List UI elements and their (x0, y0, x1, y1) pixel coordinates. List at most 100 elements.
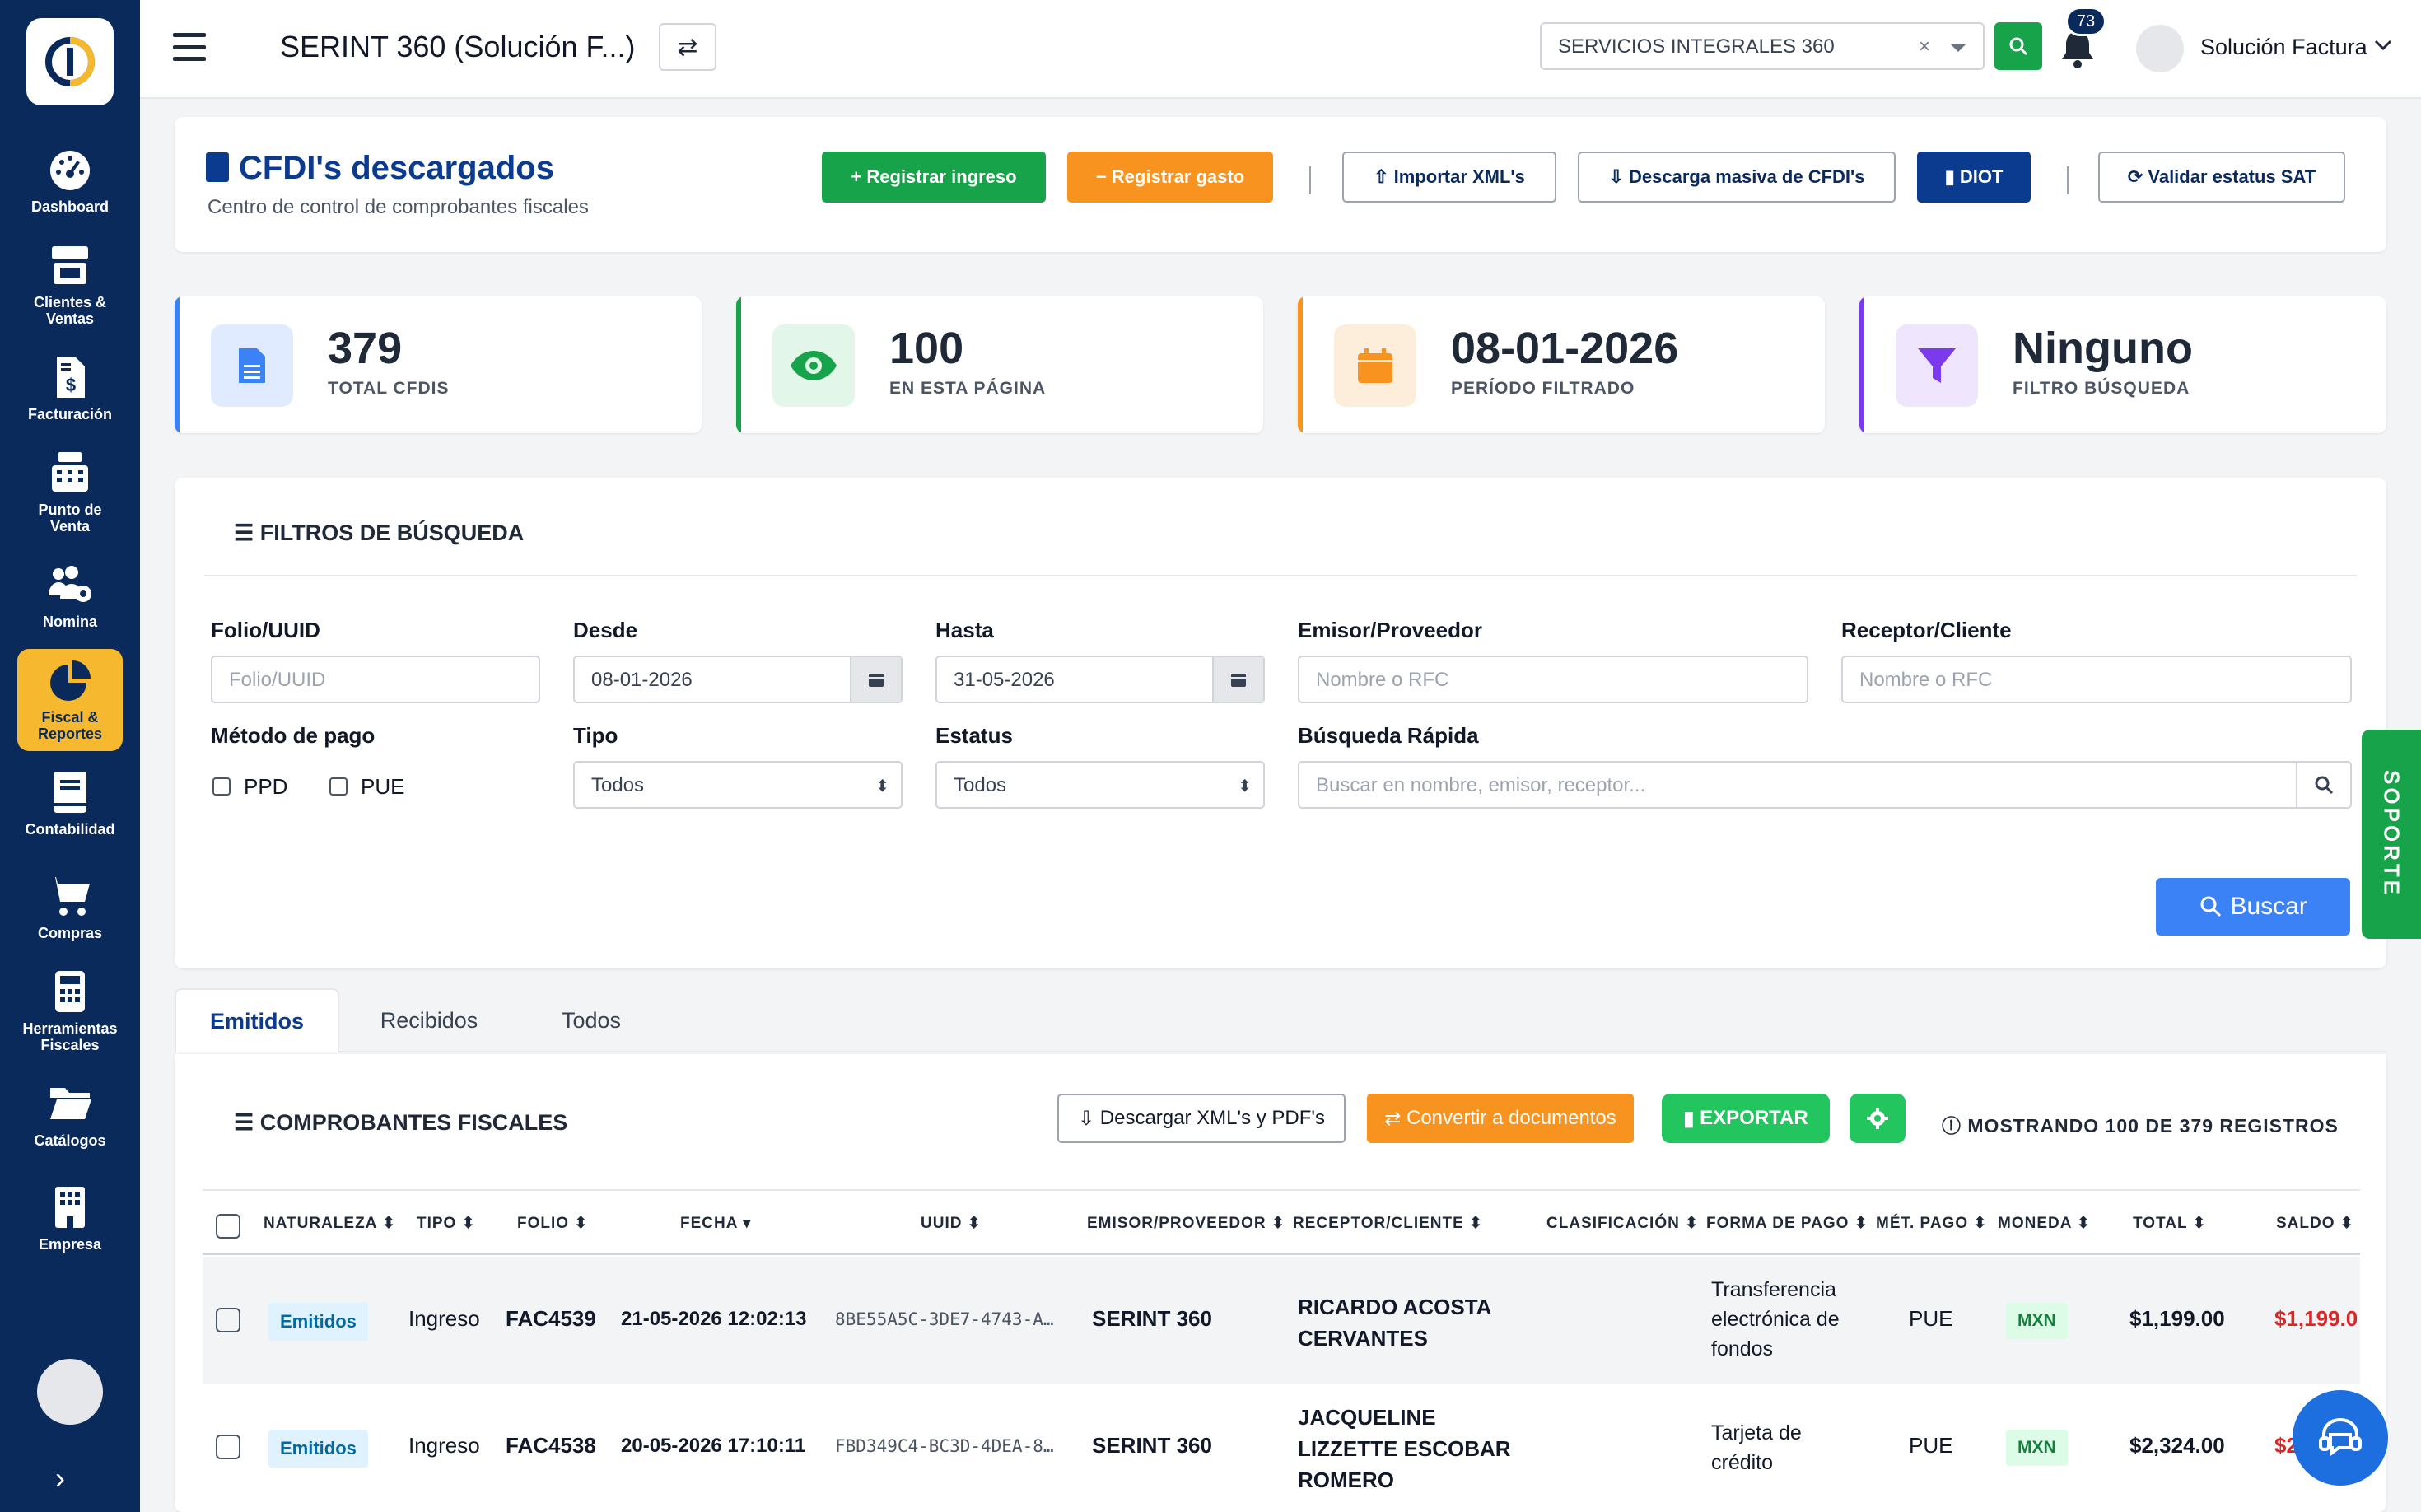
users-gear-icon (49, 566, 91, 602)
estatus-select[interactable]: Todos ⬍ (935, 761, 1265, 809)
table-row[interactable]: Emitidos Ingreso FAC4538 20-05-2026 17:1… (203, 1384, 2360, 1510)
chevron-down-icon[interactable] (2373, 35, 2393, 58)
chat-button[interactable] (2293, 1390, 2388, 1486)
user-avatar[interactable] (2136, 25, 2184, 72)
col-forma-pago[interactable]: FORMA DE PAGO ⬍ (1706, 1214, 1868, 1233)
col-total[interactable]: TOTAL ⬍ (2133, 1214, 2206, 1233)
export-button[interactable]: ▮ EXPORTAR (1662, 1094, 1830, 1143)
calendar-icon[interactable] (850, 657, 901, 702)
cart-icon (49, 877, 90, 916)
info-icon: ⓘ (1942, 1115, 1968, 1136)
tipo-label: Tipo (573, 723, 618, 748)
stat-card-filter: Ninguno FILTRO BÚSQUEDA (1859, 296, 2386, 433)
sidebar-item-empresa[interactable]: Empresa (17, 1168, 123, 1270)
register-expense-button[interactable]: − Registrar gasto (1067, 152, 1273, 203)
convert-documents-button[interactable]: ⇄ Convertir a documentos (1367, 1094, 1634, 1143)
sidebar-item-clientes-ventas[interactable]: Clientes & Ventas (17, 234, 123, 336)
receptor-label: Receptor/Cliente (1841, 618, 2012, 642)
menu-icon[interactable] (173, 33, 206, 61)
chevron-down-icon[interactable] (1950, 44, 1966, 52)
sidebar-item-compras[interactable]: Compras (17, 856, 123, 959)
pue-checkbox[interactable] (329, 777, 348, 796)
list-icon: ☰ (234, 1110, 260, 1135)
avatar[interactable] (37, 1359, 103, 1425)
hasta-label: Hasta (935, 618, 994, 642)
table-settings-button[interactable] (1850, 1094, 1906, 1143)
select-all-checkbox[interactable] (216, 1214, 240, 1239)
col-receptor[interactable]: RECEPTOR/CLIENTE ⬍ (1293, 1214, 1483, 1233)
sidebar-item-facturacion[interactable]: $ Facturación (17, 338, 123, 440)
stat-accent (736, 296, 741, 433)
row-checkbox[interactable] (216, 1435, 240, 1459)
col-uuid[interactable]: UUID ⬍ (921, 1214, 982, 1233)
cfdi-table-panel: ☰ COMPROBANTES FISCALES ⇩ Descargar XML'… (175, 1054, 2386, 1512)
tabs: Emitidos Recibidos Todos (175, 987, 2386, 1052)
folder-icon (50, 1088, 91, 1119)
diot-button[interactable]: ▮ DIOT (1917, 152, 2031, 203)
tab-todos[interactable]: Todos (517, 988, 665, 1052)
cell-uuid[interactable]: 8BE55A5C-3DE7-4743-A… (835, 1309, 1054, 1329)
sidebar-item-catalogos[interactable]: Catálogos (17, 1064, 123, 1166)
filters-panel: ☰ FILTROS DE BÚSQUEDA Folio/UUID Folio/U… (175, 478, 2386, 968)
sidebar-toggle[interactable]: › (55, 1461, 65, 1496)
sidebar-item-punto-de-venta[interactable]: Punto de Venta (17, 441, 123, 544)
company-select[interactable]: SERVICIOS INTEGRALES 360 × (1540, 22, 1985, 70)
search-submit-button[interactable]: Buscar (2156, 878, 2350, 936)
register-income-button[interactable]: + Registrar ingreso (822, 152, 1046, 203)
col-moneda[interactable]: MONEDA ⬍ (1998, 1214, 2091, 1233)
col-metodo-pago[interactable]: MÉT. PAGO ⬍ (1876, 1214, 1987, 1233)
hasta-date-input[interactable]: 31-05-2026 (935, 656, 1265, 703)
table-row[interactable]: Emitidos Ingreso FAC4539 21-05-2026 12:0… (203, 1257, 2360, 1384)
cell-uuid[interactable]: FBD349C4-BC3D-4DEA-8… (835, 1436, 1054, 1456)
stat-value: Ninguno (2013, 324, 2193, 373)
col-emisor[interactable]: EMISOR/PROVEEDOR ⬍ (1087, 1214, 1285, 1233)
cell-total: $1,199.00 (2129, 1306, 2225, 1331)
desde-date-input[interactable]: 08-01-2026 (573, 656, 903, 703)
ppd-checkbox[interactable] (212, 777, 231, 796)
import-xml-label: Importar XML's (1393, 166, 1525, 187)
user-name[interactable]: Solución Factura (2200, 35, 2367, 60)
cell-metodo: PUE (1909, 1306, 1953, 1331)
stat-label: FILTRO BÚSQUEDA (2013, 379, 2190, 398)
sidebar-item-herramientas-fiscales[interactable]: Herramientas Fiscales (17, 960, 123, 1062)
tab-recibidos[interactable]: Recibidos (351, 988, 507, 1052)
switch-company-button[interactable]: ⇄ (659, 23, 716, 71)
page-subtitle: Centro de control de comprobantes fiscal… (208, 196, 589, 218)
upload-icon: ⇧ (1374, 166, 1394, 187)
tab-emitidos[interactable]: Emitidos (175, 988, 339, 1052)
col-fecha[interactable]: FECHA ▾ (680, 1214, 752, 1233)
col-saldo[interactable]: SALDO ⬍ (2276, 1214, 2354, 1233)
row-checkbox[interactable] (216, 1308, 240, 1332)
calculator-icon (55, 971, 85, 1012)
download-icon: ⇩ (1608, 166, 1630, 187)
bulk-download-button[interactable]: ⇩ Descarga masiva de CFDI's (1578, 152, 1896, 203)
sidebar-item-nomina[interactable]: Nomina (17, 545, 123, 647)
col-folio[interactable]: FOLIO ⬍ (517, 1214, 588, 1233)
col-clasificacion[interactable]: CLASIFICACIÓN ⬍ (1546, 1214, 1699, 1233)
sidebar-item-label: Compras (37, 925, 103, 941)
sidebar-item-contabilidad[interactable]: Contabilidad (17, 753, 123, 855)
validate-sat-button[interactable]: ⟳ Validar estatus SAT (2098, 152, 2345, 203)
receptor-input[interactable]: Nombre o RFC (1841, 656, 2352, 703)
col-tipo[interactable]: TIPO ⬍ (417, 1214, 476, 1233)
calendar-icon[interactable] (1212, 657, 1263, 702)
app-logo[interactable] (26, 18, 114, 105)
folio-input[interactable]: Folio/UUID (211, 656, 540, 703)
quick-search-input[interactable]: Buscar en nombre, emisor, receptor... (1298, 761, 2352, 809)
tipo-select[interactable]: Todos ⬍ (573, 761, 903, 809)
search-icon[interactable] (2296, 763, 2350, 807)
ppd-label: PPD (244, 774, 288, 799)
download-xml-pdf-button[interactable]: ⇩ Descargar XML's y PDF's (1057, 1094, 1346, 1143)
support-tab[interactable]: SOPORTE (2362, 730, 2421, 939)
sidebar-item-label: Facturación (27, 406, 113, 422)
sidebar-item-fiscal-reportes[interactable]: Fiscal & Reportes (17, 649, 123, 751)
company-title: SERINT 360 (Solución F...) (280, 30, 636, 63)
col-naturaleza[interactable]: NATURALEZA ⬍ (264, 1214, 396, 1233)
search-button[interactable] (1994, 22, 2042, 70)
emisor-input[interactable]: Nombre o RFC (1298, 656, 1808, 703)
import-xml-button[interactable]: ⇧ Importar XML's (1342, 152, 1556, 203)
clear-icon[interactable]: × (1919, 35, 1930, 58)
filters-title: ☰ FILTROS DE BÚSQUEDA (234, 520, 524, 546)
forma-line: crédito (1711, 1451, 1774, 1474)
sidebar-item-dashboard[interactable]: Dashboard (17, 130, 123, 232)
